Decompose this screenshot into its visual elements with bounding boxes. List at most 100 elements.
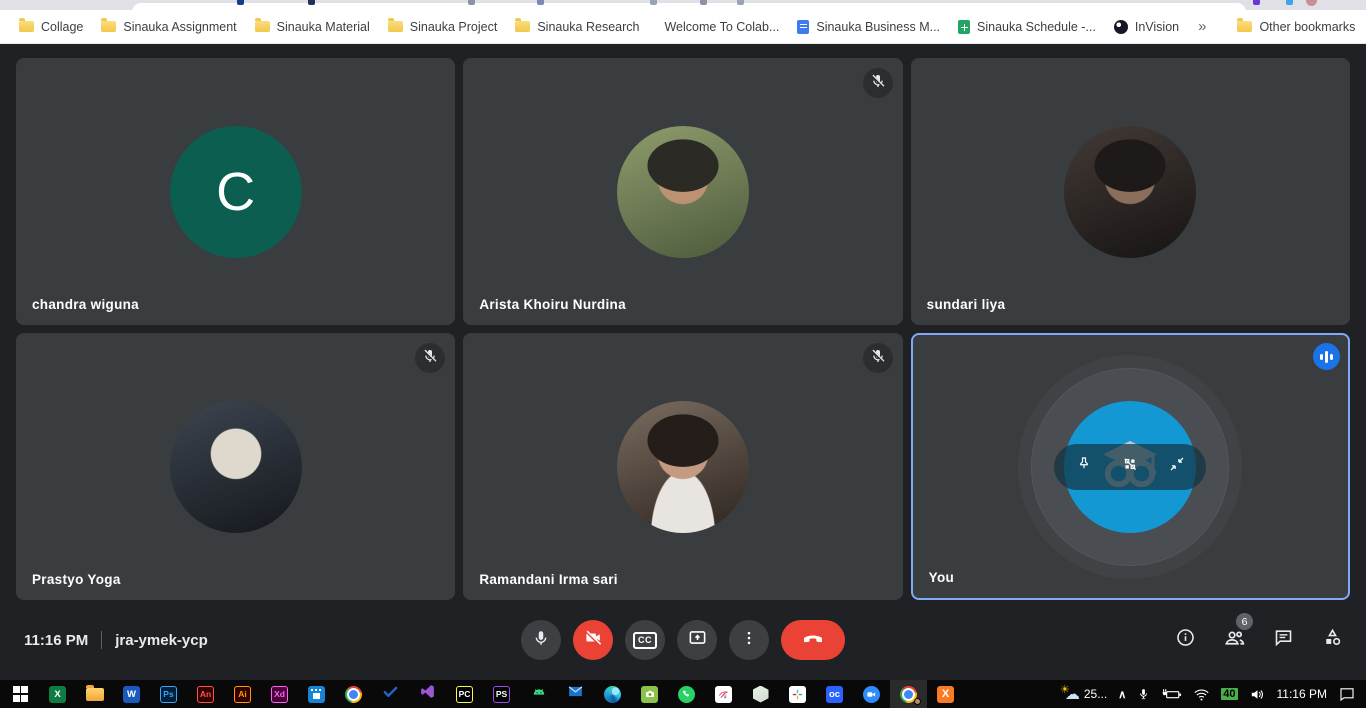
bookmark-label: InVision	[1135, 20, 1179, 34]
participant-tile-prastyo-yoga[interactable]: Prastyo Yoga	[16, 333, 455, 600]
call-controls: CC	[521, 620, 845, 660]
meeting-details-button[interactable]	[1175, 627, 1196, 653]
address-bar[interactable]	[132, 3, 1246, 10]
taskbar-app-pycharm[interactable]: PC	[446, 680, 483, 708]
bookmark-sinauka-project[interactable]: Sinauka Project	[379, 14, 507, 40]
taskbar-app-excel[interactable]: X	[39, 680, 76, 708]
participant-tile-arista-khoiru-nurdina[interactable]: Arista Khoiru Nurdina	[463, 58, 902, 325]
bookmark-sinauka-material[interactable]: Sinauka Material	[246, 14, 379, 40]
more-options-button[interactable]	[729, 620, 769, 660]
toolbar-fragment	[237, 0, 244, 5]
participant-name: sundari liya	[927, 297, 1006, 312]
participant-tile-ramandani-irma-sari[interactable]: Ramandani Irma sari	[463, 333, 902, 600]
present-icon	[688, 628, 707, 652]
folder-icon	[255, 21, 270, 32]
participant-photo	[617, 126, 749, 258]
bookmark-sinauka-business-m[interactable]: Sinauka Business M...	[788, 14, 949, 40]
taskbar-app-slack[interactable]	[779, 680, 816, 708]
chat-icon	[1273, 627, 1294, 653]
minimize-tile-button[interactable]	[1160, 450, 1194, 484]
hexagon-app-icon	[753, 686, 769, 703]
taskbar-app-chrome-active[interactable]	[890, 680, 927, 708]
taskbar-app-chrome[interactable]	[335, 680, 372, 708]
taskbar-app-visual-studio[interactable]	[409, 680, 446, 708]
camera-off-button[interactable]	[573, 620, 613, 660]
battery-icon[interactable]	[1161, 688, 1182, 701]
bookmarks-overflow-chevron[interactable]: »	[1188, 18, 1216, 35]
mic-tray-icon[interactable]	[1137, 686, 1150, 702]
taskbar-app-to-do[interactable]	[372, 680, 409, 708]
taskbar-app-calendar[interactable]	[298, 680, 335, 708]
chrome-icon	[345, 686, 362, 703]
bookmark-welcome-to-colab[interactable]: Welcome To Colab...	[648, 14, 788, 40]
bookmark-collage[interactable]: Collage	[10, 14, 92, 40]
mic-icon	[532, 629, 550, 652]
taskbar-app-xampp[interactable]: X	[927, 680, 964, 708]
taskbar-app-start[interactable]	[2, 680, 39, 708]
weather-widget[interactable]: ☀☁25...	[1060, 686, 1107, 702]
taskbar-app-edge[interactable]	[594, 680, 631, 708]
folder-icon	[101, 21, 116, 32]
clock-label: 11:16 PM	[24, 632, 88, 649]
avatar-area	[463, 333, 902, 600]
action-center-icon[interactable]	[1338, 685, 1356, 703]
calendar-icon	[308, 686, 325, 703]
taskbar-app-hexagon-app[interactable]	[742, 680, 779, 708]
extension-icon[interactable]	[1286, 0, 1293, 5]
taskbar-app-android[interactable]	[520, 680, 557, 708]
mic-button[interactable]	[521, 620, 561, 660]
captions-button[interactable]: CC	[625, 620, 665, 660]
bookmark-sinauka-schedule[interactable]: Sinauka Schedule -...	[949, 14, 1105, 40]
taskbar-app-adobe-xd[interactable]: Xd	[261, 680, 298, 708]
meeting-code[interactable]: jra-ymek-ycp	[115, 632, 208, 649]
toolbar-fragment	[737, 0, 744, 5]
excel-icon: X	[49, 686, 66, 703]
wifi-icon[interactable]	[1193, 686, 1210, 703]
pin-tile-button[interactable]	[1067, 450, 1101, 484]
avatar-area: C	[16, 58, 455, 325]
taskbar-app-mail[interactable]	[557, 680, 594, 708]
bookmark-sinauka-research[interactable]: Sinauka Research	[506, 14, 648, 40]
participants-button[interactable]: 6	[1223, 626, 1246, 654]
extension-icon[interactable]	[1253, 0, 1260, 5]
bookmark-invision[interactable]: InVision	[1105, 14, 1188, 40]
taskbar-app-oc-app[interactable]: oc	[816, 680, 853, 708]
remove-tile-button[interactable]	[1113, 450, 1147, 484]
end-call-button[interactable]	[781, 620, 845, 660]
activities-button[interactable]	[1321, 626, 1344, 654]
profile-avatar[interactable]	[1306, 0, 1317, 6]
participant-tile-chandra-wiguna[interactable]: Cchandra wiguna	[16, 58, 455, 325]
taskbar-clock[interactable]: 11:16 PM	[1277, 687, 1327, 701]
activities-icon	[1321, 626, 1344, 654]
taskbar-app-zoom[interactable]	[853, 680, 890, 708]
weather-icon: ☀☁	[1060, 686, 1080, 702]
taskbar-app-word[interactable]: W	[113, 680, 150, 708]
taskbar-app-red-swirl-app[interactable]	[705, 680, 742, 708]
self-view-controls	[1054, 444, 1206, 490]
bookmark-sinauka-assignment[interactable]: Sinauka Assignment	[92, 14, 245, 40]
taskbar-app-illustrator[interactable]: Ai	[224, 680, 261, 708]
taskbar-app-photoshop[interactable]: Ps	[150, 680, 187, 708]
audio-level-indicator[interactable]	[1313, 343, 1340, 370]
volume-icon[interactable]	[1249, 686, 1266, 703]
divider	[101, 631, 102, 649]
chrome-profile-badge	[914, 698, 921, 705]
avatar-area	[16, 333, 455, 600]
browser-toolbar-edge	[0, 0, 1366, 10]
chat-button[interactable]	[1273, 627, 1294, 653]
animate-icon: An	[197, 686, 214, 703]
tray-expand-chevron[interactable]: ∧	[1118, 688, 1126, 701]
taskbar-app-whatsapp[interactable]	[668, 680, 705, 708]
other-bookmarks-button[interactable]: Other bookmarks	[1228, 14, 1364, 40]
taskbar-app-animate[interactable]: An	[187, 680, 224, 708]
battery-percent-badge[interactable]: 40	[1221, 688, 1237, 700]
taskbar-app-file-explorer[interactable]	[76, 680, 113, 708]
red-swirl-app-icon	[715, 686, 732, 703]
taskbar-app-phpstorm[interactable]: PS	[483, 680, 520, 708]
meeting-info: 11:16 PM jra-ymek-ycp	[24, 631, 208, 649]
present-button[interactable]	[677, 620, 717, 660]
taskbar-app-camera-app[interactable]	[631, 680, 668, 708]
participant-tile-sundari-liya[interactable]: sundari liya	[911, 58, 1350, 325]
participant-tile-you[interactable]: You	[911, 333, 1350, 600]
participant-photo	[1064, 126, 1196, 258]
